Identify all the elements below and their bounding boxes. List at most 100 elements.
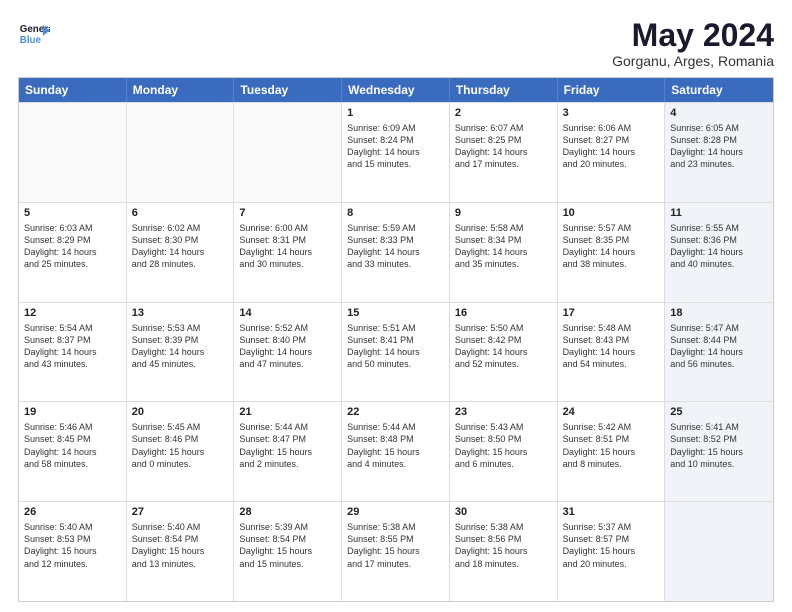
- cal-cell-empty-4-6: [665, 502, 773, 601]
- day-number: 25: [670, 405, 768, 420]
- cal-cell-empty-0-0: [19, 103, 127, 202]
- title-block: May 2024 Gorganu, Arges, Romania: [612, 18, 774, 69]
- cell-info-text: Sunrise: 6:05 AM Sunset: 8:28 PM Dayligh…: [670, 122, 768, 171]
- cal-header-cell-wednesday: Wednesday: [342, 78, 450, 102]
- cal-cell-day-24: 24Sunrise: 5:42 AM Sunset: 8:51 PM Dayli…: [558, 402, 666, 501]
- cal-row-3: 19Sunrise: 5:46 AM Sunset: 8:45 PM Dayli…: [19, 401, 773, 501]
- cell-info-text: Sunrise: 5:51 AM Sunset: 8:41 PM Dayligh…: [347, 322, 444, 371]
- cal-header-cell-saturday: Saturday: [665, 78, 773, 102]
- cal-cell-day-11: 11Sunrise: 5:55 AM Sunset: 8:36 PM Dayli…: [665, 203, 773, 302]
- day-number: 30: [455, 505, 552, 520]
- day-number: 2: [455, 106, 552, 121]
- cal-row-4: 26Sunrise: 5:40 AM Sunset: 8:53 PM Dayli…: [19, 501, 773, 601]
- day-number: 26: [24, 505, 121, 520]
- day-number: 23: [455, 405, 552, 420]
- cal-cell-day-4: 4Sunrise: 6:05 AM Sunset: 8:28 PM Daylig…: [665, 103, 773, 202]
- cell-info-text: Sunrise: 6:00 AM Sunset: 8:31 PM Dayligh…: [239, 222, 336, 271]
- cal-cell-day-27: 27Sunrise: 5:40 AM Sunset: 8:54 PM Dayli…: [127, 502, 235, 601]
- cal-cell-day-30: 30Sunrise: 5:38 AM Sunset: 8:56 PM Dayli…: [450, 502, 558, 601]
- day-number: 11: [670, 206, 768, 221]
- day-number: 27: [132, 505, 229, 520]
- cell-info-text: Sunrise: 5:47 AM Sunset: 8:44 PM Dayligh…: [670, 322, 768, 371]
- day-number: 5: [24, 206, 121, 221]
- cal-cell-day-10: 10Sunrise: 5:57 AM Sunset: 8:35 PM Dayli…: [558, 203, 666, 302]
- cal-cell-day-20: 20Sunrise: 5:45 AM Sunset: 8:46 PM Dayli…: [127, 402, 235, 501]
- cell-info-text: Sunrise: 5:52 AM Sunset: 8:40 PM Dayligh…: [239, 322, 336, 371]
- cal-cell-day-12: 12Sunrise: 5:54 AM Sunset: 8:37 PM Dayli…: [19, 303, 127, 402]
- day-number: 3: [563, 106, 660, 121]
- day-number: 7: [239, 206, 336, 221]
- calendar: SundayMondayTuesdayWednesdayThursdayFrid…: [18, 77, 774, 602]
- cal-cell-day-3: 3Sunrise: 6:06 AM Sunset: 8:27 PM Daylig…: [558, 103, 666, 202]
- cal-cell-day-18: 18Sunrise: 5:47 AM Sunset: 8:44 PM Dayli…: [665, 303, 773, 402]
- cell-info-text: Sunrise: 5:45 AM Sunset: 8:46 PM Dayligh…: [132, 421, 229, 470]
- cal-cell-day-22: 22Sunrise: 5:44 AM Sunset: 8:48 PM Dayli…: [342, 402, 450, 501]
- day-number: 31: [563, 505, 660, 520]
- day-number: 20: [132, 405, 229, 420]
- cal-cell-day-5: 5Sunrise: 6:03 AM Sunset: 8:29 PM Daylig…: [19, 203, 127, 302]
- header: General Blue May 2024 Gorganu, Arges, Ro…: [18, 18, 774, 69]
- subtitle: Gorganu, Arges, Romania: [612, 53, 774, 69]
- day-number: 10: [563, 206, 660, 221]
- cell-info-text: Sunrise: 6:03 AM Sunset: 8:29 PM Dayligh…: [24, 222, 121, 271]
- day-number: 18: [670, 306, 768, 321]
- cal-header-cell-friday: Friday: [558, 78, 666, 102]
- cell-info-text: Sunrise: 5:38 AM Sunset: 8:55 PM Dayligh…: [347, 521, 444, 570]
- cal-cell-day-28: 28Sunrise: 5:39 AM Sunset: 8:54 PM Dayli…: [234, 502, 342, 601]
- cell-info-text: Sunrise: 5:53 AM Sunset: 8:39 PM Dayligh…: [132, 322, 229, 371]
- cal-header-cell-thursday: Thursday: [450, 78, 558, 102]
- cal-cell-day-8: 8Sunrise: 5:59 AM Sunset: 8:33 PM Daylig…: [342, 203, 450, 302]
- cal-row-0: 1Sunrise: 6:09 AM Sunset: 8:24 PM Daylig…: [19, 102, 773, 202]
- calendar-header-row: SundayMondayTuesdayWednesdayThursdayFrid…: [19, 78, 773, 102]
- cell-info-text: Sunrise: 5:48 AM Sunset: 8:43 PM Dayligh…: [563, 322, 660, 371]
- cell-info-text: Sunrise: 5:39 AM Sunset: 8:54 PM Dayligh…: [239, 521, 336, 570]
- cal-cell-day-15: 15Sunrise: 5:51 AM Sunset: 8:41 PM Dayli…: [342, 303, 450, 402]
- logo-icon: General Blue: [18, 18, 50, 50]
- day-number: 16: [455, 306, 552, 321]
- cal-header-cell-monday: Monday: [127, 78, 235, 102]
- cal-cell-day-17: 17Sunrise: 5:48 AM Sunset: 8:43 PM Dayli…: [558, 303, 666, 402]
- cell-info-text: Sunrise: 5:40 AM Sunset: 8:53 PM Dayligh…: [24, 521, 121, 570]
- cell-info-text: Sunrise: 5:58 AM Sunset: 8:34 PM Dayligh…: [455, 222, 552, 271]
- calendar-body: 1Sunrise: 6:09 AM Sunset: 8:24 PM Daylig…: [19, 102, 773, 601]
- cell-info-text: Sunrise: 5:44 AM Sunset: 8:47 PM Dayligh…: [239, 421, 336, 470]
- month-title: May 2024: [612, 18, 774, 53]
- cell-info-text: Sunrise: 6:02 AM Sunset: 8:30 PM Dayligh…: [132, 222, 229, 271]
- cal-cell-day-9: 9Sunrise: 5:58 AM Sunset: 8:34 PM Daylig…: [450, 203, 558, 302]
- cell-info-text: Sunrise: 5:37 AM Sunset: 8:57 PM Dayligh…: [563, 521, 660, 570]
- day-number: 24: [563, 405, 660, 420]
- svg-text:Blue: Blue: [20, 35, 42, 46]
- day-number: 19: [24, 405, 121, 420]
- cal-cell-empty-0-1: [127, 103, 235, 202]
- cell-info-text: Sunrise: 6:07 AM Sunset: 8:25 PM Dayligh…: [455, 122, 552, 171]
- logo: General Blue: [18, 18, 50, 50]
- cell-info-text: Sunrise: 5:40 AM Sunset: 8:54 PM Dayligh…: [132, 521, 229, 570]
- day-number: 17: [563, 306, 660, 321]
- day-number: 12: [24, 306, 121, 321]
- cal-cell-day-21: 21Sunrise: 5:44 AM Sunset: 8:47 PM Dayli…: [234, 402, 342, 501]
- page: General Blue May 2024 Gorganu, Arges, Ro…: [0, 0, 792, 612]
- cell-info-text: Sunrise: 5:38 AM Sunset: 8:56 PM Dayligh…: [455, 521, 552, 570]
- cal-cell-day-13: 13Sunrise: 5:53 AM Sunset: 8:39 PM Dayli…: [127, 303, 235, 402]
- cell-info-text: Sunrise: 5:55 AM Sunset: 8:36 PM Dayligh…: [670, 222, 768, 271]
- cal-cell-day-16: 16Sunrise: 5:50 AM Sunset: 8:42 PM Dayli…: [450, 303, 558, 402]
- cell-info-text: Sunrise: 5:59 AM Sunset: 8:33 PM Dayligh…: [347, 222, 444, 271]
- cell-info-text: Sunrise: 5:50 AM Sunset: 8:42 PM Dayligh…: [455, 322, 552, 371]
- cell-info-text: Sunrise: 6:09 AM Sunset: 8:24 PM Dayligh…: [347, 122, 444, 171]
- day-number: 13: [132, 306, 229, 321]
- cal-cell-day-6: 6Sunrise: 6:02 AM Sunset: 8:30 PM Daylig…: [127, 203, 235, 302]
- cal-cell-day-29: 29Sunrise: 5:38 AM Sunset: 8:55 PM Dayli…: [342, 502, 450, 601]
- cell-info-text: Sunrise: 5:57 AM Sunset: 8:35 PM Dayligh…: [563, 222, 660, 271]
- day-number: 14: [239, 306, 336, 321]
- cal-cell-empty-0-2: [234, 103, 342, 202]
- day-number: 22: [347, 405, 444, 420]
- day-number: 9: [455, 206, 552, 221]
- cell-info-text: Sunrise: 5:44 AM Sunset: 8:48 PM Dayligh…: [347, 421, 444, 470]
- cal-cell-day-1: 1Sunrise: 6:09 AM Sunset: 8:24 PM Daylig…: [342, 103, 450, 202]
- day-number: 28: [239, 505, 336, 520]
- cal-cell-day-31: 31Sunrise: 5:37 AM Sunset: 8:57 PM Dayli…: [558, 502, 666, 601]
- cell-info-text: Sunrise: 5:41 AM Sunset: 8:52 PM Dayligh…: [670, 421, 768, 470]
- cal-cell-day-23: 23Sunrise: 5:43 AM Sunset: 8:50 PM Dayli…: [450, 402, 558, 501]
- cal-cell-day-2: 2Sunrise: 6:07 AM Sunset: 8:25 PM Daylig…: [450, 103, 558, 202]
- cal-cell-day-14: 14Sunrise: 5:52 AM Sunset: 8:40 PM Dayli…: [234, 303, 342, 402]
